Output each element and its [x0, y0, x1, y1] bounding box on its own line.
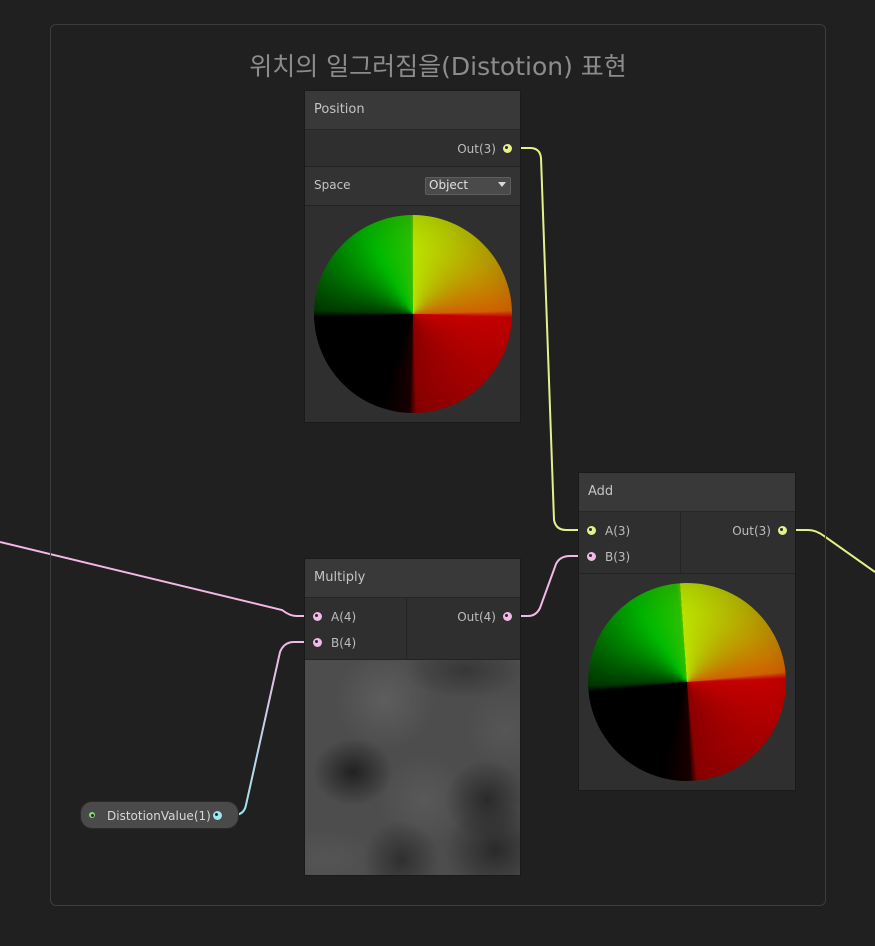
- shader-graph-canvas[interactable]: 위치의 일그러짐을(Distotion) 표현 Position Out(3) …: [0, 0, 875, 946]
- space-dropdown[interactable]: Object: [425, 177, 511, 195]
- add-input-a-label: A(3): [605, 524, 631, 538]
- group-title[interactable]: 위치의 일그러짐을(Distotion) 표현: [51, 49, 825, 85]
- multiply-input-a-label: A(4): [331, 610, 357, 624]
- property-node-distotion-value[interactable]: DistotionValue(1): [80, 801, 239, 829]
- add-input-b-port[interactable]: B(3): [587, 547, 630, 567]
- space-setting-row: Space Object: [305, 167, 520, 205]
- add-node-header[interactable]: Add: [579, 473, 795, 512]
- divider: [579, 573, 795, 574]
- chevron-down-icon: [498, 182, 506, 187]
- port-connector-icon[interactable]: [587, 526, 596, 535]
- port-connector-icon[interactable]: [313, 612, 322, 621]
- space-label: Space: [314, 178, 351, 192]
- position-node-header[interactable]: Position: [305, 91, 520, 130]
- multiply-node[interactable]: Multiply A(4) B(4) Out(4): [304, 558, 521, 876]
- position-node[interactable]: Position Out(3) Space Object: [304, 90, 521, 423]
- multiply-input-b-label: B(4): [331, 636, 357, 650]
- multiply-preview-noise: [305, 660, 520, 875]
- port-connector-icon[interactable]: [213, 811, 222, 820]
- multiply-input-b-port[interactable]: B(4): [313, 633, 356, 653]
- port-connector-icon[interactable]: [587, 552, 596, 561]
- multiply-node-header[interactable]: Multiply: [305, 559, 520, 598]
- position-output-port[interactable]: Out(3): [457, 139, 512, 159]
- property-indicator-icon: [89, 812, 95, 818]
- property-label: DistotionValue(1): [107, 809, 211, 823]
- divider: [305, 205, 520, 206]
- position-output-label: Out(3): [457, 142, 496, 156]
- add-output-label: Out(3): [732, 524, 771, 538]
- multiply-input-a-port[interactable]: A(4): [313, 607, 356, 627]
- add-node[interactable]: Add A(3) B(3) Out(3): [578, 472, 796, 791]
- port-connector-icon[interactable]: [778, 526, 787, 535]
- position-preview-sphere: [314, 215, 512, 413]
- add-output-port[interactable]: Out(3): [732, 521, 787, 541]
- multiply-output-label: Out(4): [457, 610, 496, 624]
- space-dropdown-value: Object: [429, 178, 469, 192]
- add-preview-sphere: [581, 576, 793, 788]
- add-input-a-port[interactable]: A(3): [587, 521, 630, 541]
- port-connector-icon[interactable]: [503, 612, 512, 621]
- add-input-b-label: B(3): [605, 550, 631, 564]
- port-connector-icon[interactable]: [313, 638, 322, 647]
- port-connector-icon[interactable]: [503, 144, 512, 153]
- multiply-output-port[interactable]: Out(4): [457, 607, 512, 627]
